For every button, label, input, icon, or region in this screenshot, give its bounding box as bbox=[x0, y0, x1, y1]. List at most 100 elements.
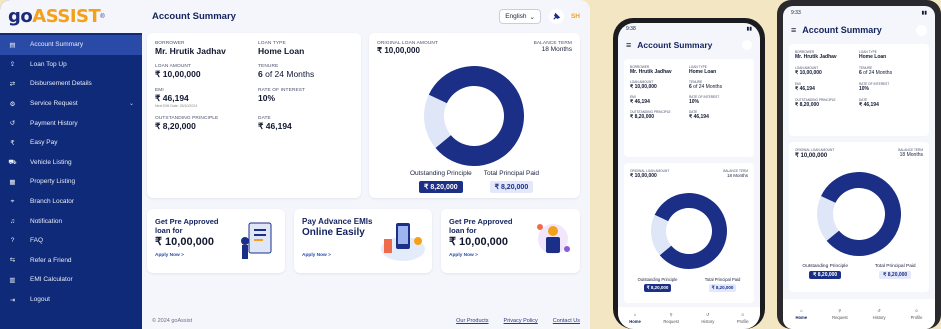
phone-status-bar: 9:33 ▮▮ bbox=[783, 6, 935, 20]
history-icon: ↺ bbox=[877, 308, 881, 313]
legend-outstanding-label: Outstanding Principle bbox=[802, 264, 848, 269]
legend-paid-value: ₹ 8,20,000 bbox=[489, 181, 534, 193]
roi-value: 10% bbox=[258, 93, 276, 103]
vehicle-icon: ⛟ bbox=[8, 158, 17, 166]
sidebar-item-vehicle-listing[interactable]: ⛟ Vehicle Listing bbox=[0, 153, 142, 173]
tenure-total: of 24 Months bbox=[861, 70, 893, 76]
showcase-canvas: go ASSIST ® ▤ Account Summary ⇪ Loan Top Up ⇄ D… bbox=[0, 0, 941, 329]
sidebar-item-label: Loan Top Up bbox=[30, 60, 67, 68]
legend-outstanding-label: Outstanding Principle bbox=[637, 277, 678, 282]
sidebar-item-branch-locator[interactable]: ⌖ Branch Locator bbox=[0, 192, 142, 212]
emi-value: ₹ 46,194 bbox=[155, 93, 189, 103]
tab-home[interactable]: ⌂ Home bbox=[795, 308, 807, 320]
refer-icon: ⇆ bbox=[9, 257, 16, 265]
loan-amount-value: ₹ 10,00,000 bbox=[155, 69, 201, 79]
phone-tab-bar: ⌂ Home ⚲ Request ↺ History ☺ Profile bbox=[618, 307, 760, 329]
footer-link-products[interactable]: Our Products bbox=[456, 318, 488, 324]
outstanding-value: ₹ 8,20,000 bbox=[155, 121, 196, 131]
profile-icon: ☺ bbox=[740, 312, 745, 317]
pin-icon[interactable] bbox=[742, 40, 752, 50]
tab-home[interactable]: ⌂ Home bbox=[629, 312, 641, 324]
date-value: ₹ 46,194 bbox=[258, 121, 292, 131]
tab-history[interactable]: ↺ History bbox=[873, 308, 886, 320]
promo-card-preapproved-2[interactable]: Get Pre Approved loan for ₹ 10,00,000 Ap… bbox=[441, 209, 580, 273]
loan-details-card: BORROWER Mr. Hrutik Jadhav LOAN TYPE Home … bbox=[147, 33, 361, 198]
pin-icon[interactable] bbox=[916, 24, 927, 36]
borrower-value: Mr. Hrutik Jadhav bbox=[795, 54, 837, 60]
menu-icon[interactable]: ≡ bbox=[626, 40, 631, 50]
phone-status-bar: 9:38 ▮▮ bbox=[618, 23, 760, 35]
history-icon: ↺ bbox=[706, 312, 710, 317]
phone-ios-mockup: 9:38 ▮▮ ≡ Account Summary BORROWER Mr. Hr… bbox=[613, 18, 765, 329]
location-pin-icon: ⌖ bbox=[10, 197, 15, 205]
sidebar-item-label: FAQ bbox=[30, 237, 44, 245]
tab-label: Request bbox=[663, 319, 679, 324]
phone-page-title: Account Summary bbox=[637, 40, 713, 50]
loan-top-up-icon: ⇪ bbox=[9, 61, 16, 69]
tab-label: Home bbox=[629, 319, 641, 324]
sidebar-item-faq[interactable]: ? FAQ bbox=[0, 231, 142, 251]
phone-header: ≡ Account Summary bbox=[783, 20, 935, 40]
tab-profile[interactable]: ☺ Profile bbox=[737, 312, 749, 324]
promo-card-preapproved[interactable]: Get Pre Approved loan for ₹ 10,00,000 Ap… bbox=[147, 209, 285, 273]
sidebar-item-easy-pay[interactable]: ₹ Easy Pay bbox=[0, 133, 142, 153]
logo-go-text: go bbox=[8, 6, 33, 27]
date-value: ₹ 46,194 bbox=[859, 102, 879, 108]
tab-history[interactable]: ↺ History bbox=[701, 312, 714, 324]
logo-assist-text: ASSIST bbox=[32, 6, 101, 27]
request-icon: ⚲ bbox=[669, 312, 673, 317]
sidebar-item-label: Payment History bbox=[30, 119, 78, 127]
loan-type-value: Home Loan bbox=[258, 46, 305, 56]
legend-paid-label: Total Principal Paid bbox=[874, 264, 916, 269]
tab-label: Profile bbox=[910, 315, 923, 320]
tab-request[interactable]: ⚲ Request bbox=[832, 308, 848, 320]
profile-icon: ☺ bbox=[914, 308, 919, 313]
legend-paid-value: ₹ 8,20,000 bbox=[708, 284, 737, 292]
bell-icon: ♫ bbox=[10, 217, 15, 225]
sidebar-item-refer-a-friend[interactable]: ⇆ Refer a Friend bbox=[0, 251, 142, 271]
sidebar-item-account-summary[interactable]: ▤ Account Summary bbox=[0, 35, 142, 55]
service-request-icon: ⚙ bbox=[9, 100, 16, 108]
sidebar: go ASSIST ® ▤ Account Summary ⇪ Loan Top Up ⇄ D… bbox=[0, 0, 142, 329]
sidebar-item-property-listing[interactable]: ▦ Property Listing bbox=[0, 172, 142, 192]
sidebar-item-logout[interactable]: ⇥ Logout bbox=[0, 290, 142, 310]
avatar[interactable]: SH bbox=[571, 13, 580, 20]
menu-icon[interactable]: ≡ bbox=[791, 25, 796, 35]
emi-value: ₹ 46,194 bbox=[630, 99, 650, 105]
sidebar-item-label: Property Listing bbox=[30, 178, 76, 186]
home-icon: ⌂ bbox=[800, 308, 803, 313]
outstanding-value: ₹ 8,20,000 bbox=[795, 102, 820, 108]
sidebar-item-disbursement-details[interactable]: ⇄ Disbursement Details bbox=[0, 74, 142, 94]
sidebar-item-label: Account Summary bbox=[30, 41, 84, 49]
home-icon: ⌂ bbox=[633, 312, 637, 317]
footer: © 2024 goAssist Our Products Privacy Pol… bbox=[142, 313, 590, 329]
footer-link-contact[interactable]: Contact Us bbox=[553, 318, 580, 324]
sidebar-item-notification[interactable]: ♫ Notification bbox=[0, 211, 142, 231]
footer-link-privacy[interactable]: Privacy Policy bbox=[504, 318, 538, 324]
copyright-text: © 2024 goAssist bbox=[152, 318, 193, 324]
sidebar-item-payment-history[interactable]: ↺ Payment History bbox=[0, 113, 142, 133]
phone-page-title: Account Summary bbox=[802, 25, 882, 35]
status-time: 9:38 bbox=[626, 26, 636, 32]
legend-outstanding-value: ₹ 8,20,000 bbox=[643, 284, 672, 292]
promo-card-advance-emi[interactable]: Pay Advance EMIs Online Easily Apply Now… bbox=[294, 209, 432, 273]
phone-chart-card: ORIGINAL LOAN AMOUNT ₹ 10,00,000 BALANCE … bbox=[624, 163, 754, 303]
language-select[interactable]: English ⌄ bbox=[499, 9, 541, 24]
legend-paid-label: Total Principal Paid bbox=[483, 170, 540, 177]
logo[interactable]: go ASSIST ® bbox=[0, 0, 142, 33]
phone-ios-screen: 9:38 ▮▮ ≡ Account Summary BORROWER Mr. Hr… bbox=[618, 23, 760, 329]
legend-paid-value: ₹ 8,20,000 bbox=[879, 271, 912, 279]
phone-loan-card: BORROWER Mr. Hrutik Jadhav LOAN TYPE Home … bbox=[789, 44, 929, 136]
tab-profile[interactable]: ☺ Profile bbox=[911, 308, 923, 320]
sidebar-item-emi-calculator[interactable]: ▥ EMI Calculator bbox=[0, 270, 142, 290]
legend-outstanding-label: Outstanding Principle bbox=[409, 170, 472, 177]
sidebar-item-service-request[interactable]: ⚙ Service Request ⌄ bbox=[0, 94, 142, 114]
request-icon: ⚲ bbox=[838, 308, 842, 313]
clipboard-illustration-icon bbox=[241, 222, 272, 259]
tab-label: History bbox=[872, 315, 886, 320]
tab-request[interactable]: ⚲ Request bbox=[663, 312, 679, 324]
phone-android-screen: 9:33 ▮▮ ≡ Account Summary BORROWER Mr. Hr… bbox=[783, 6, 935, 329]
sidebar-item-label: EMI Calculator bbox=[30, 276, 73, 284]
sidebar-item-loan-top-up[interactable]: ⇪ Loan Top Up bbox=[0, 55, 142, 75]
notification-pin-button[interactable] bbox=[548, 9, 564, 24]
